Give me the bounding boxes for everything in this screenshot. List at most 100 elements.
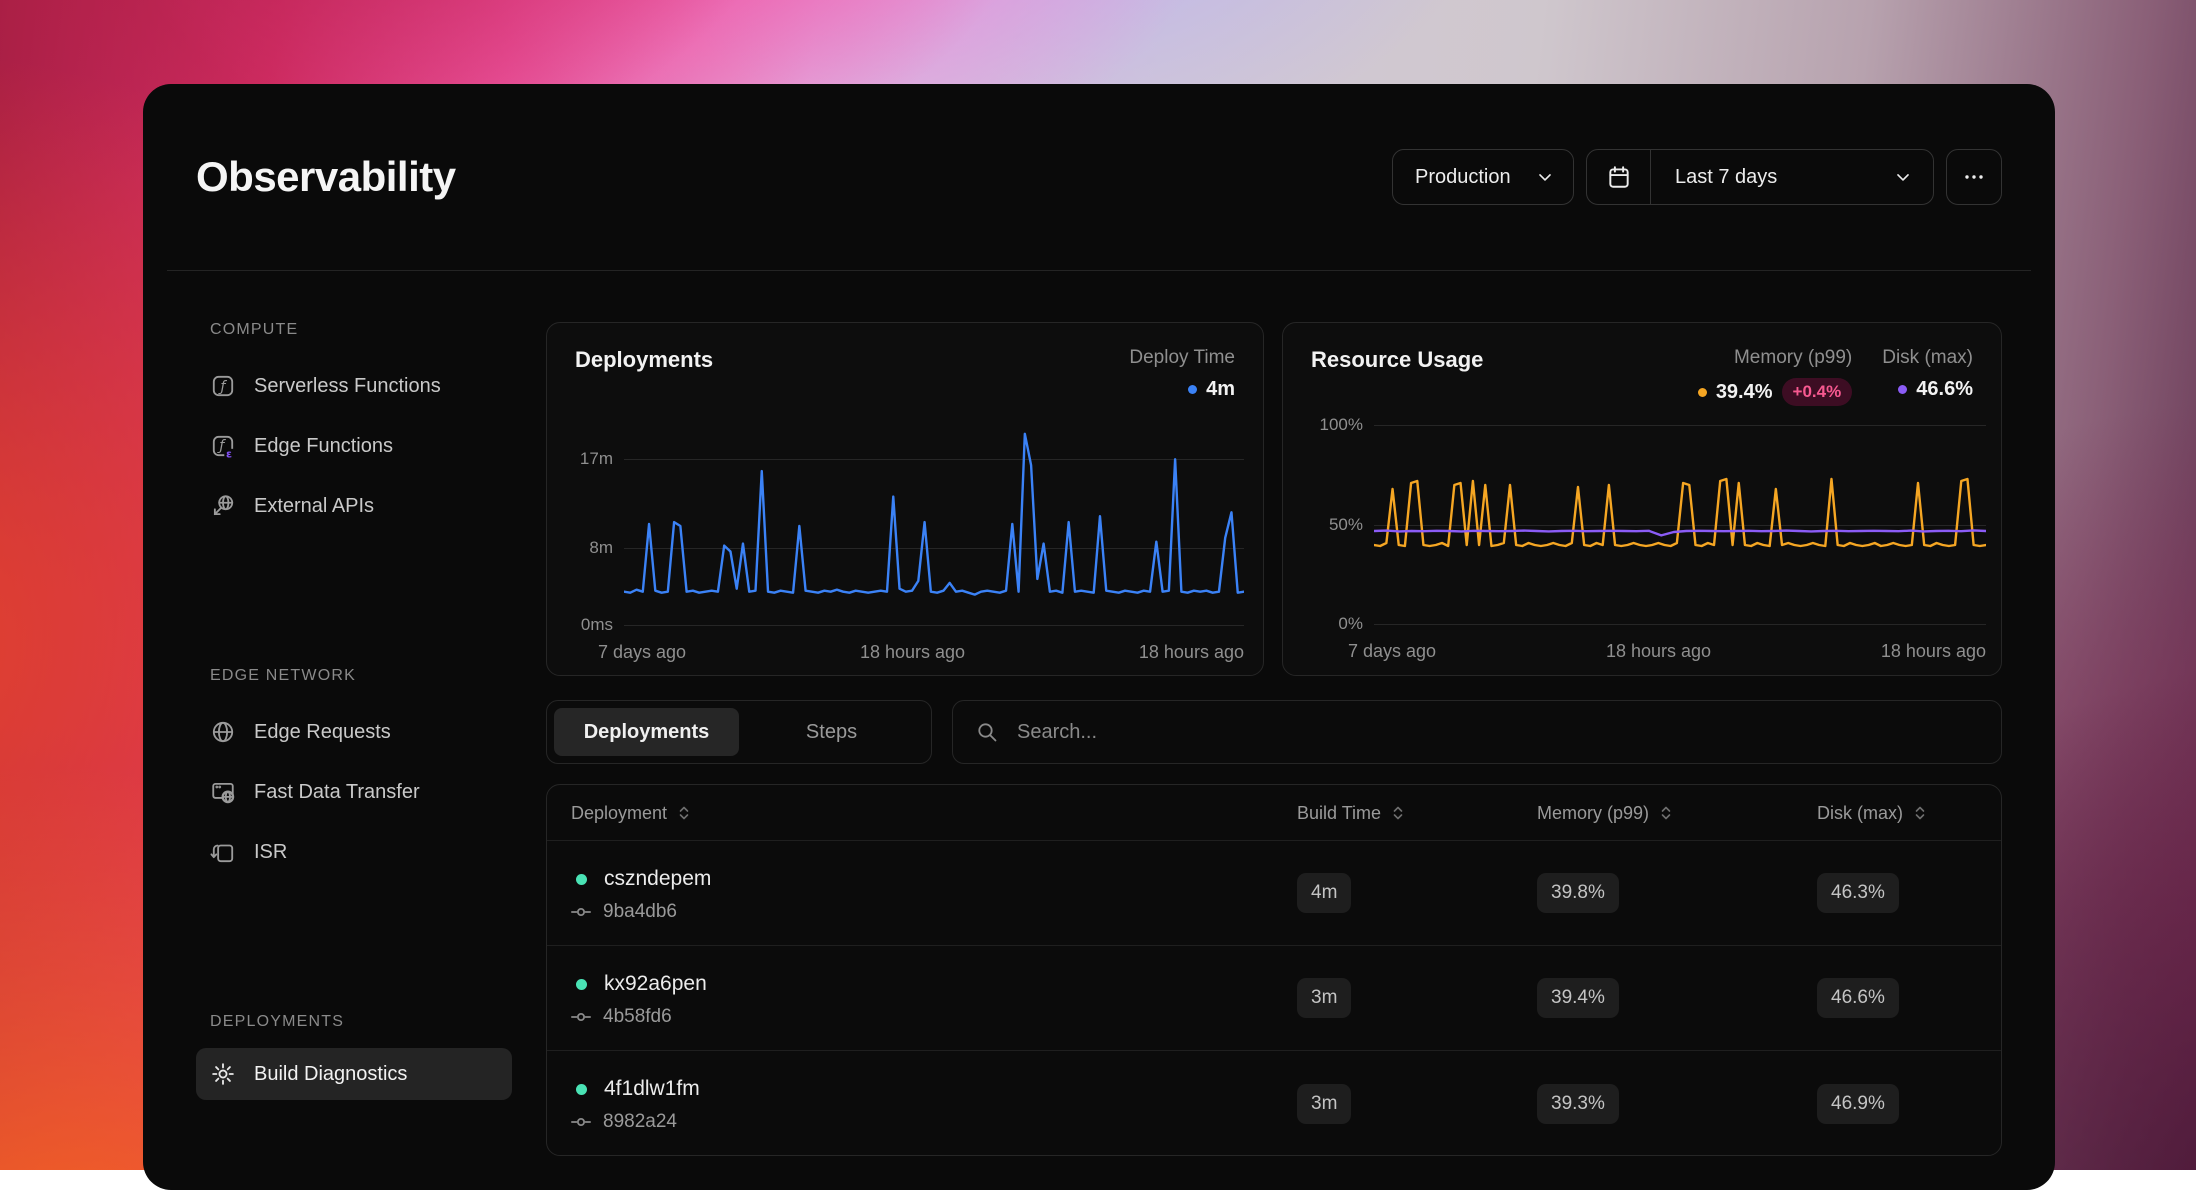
sidebar-item-label: Serverless Functions xyxy=(254,375,441,398)
deployment-name: kx92a6pen xyxy=(604,972,707,996)
gear-icon xyxy=(210,1061,236,1087)
search-input[interactable] xyxy=(1015,720,1979,745)
chevron-down-icon xyxy=(1893,167,1913,187)
memory-value: 39.8% xyxy=(1537,873,1619,913)
svg-text:ƒ: ƒ xyxy=(218,379,228,395)
environment-dropdown[interactable]: Production xyxy=(1392,149,1574,205)
commit-icon xyxy=(571,1115,591,1129)
legend-dot-orange xyxy=(1698,388,1707,397)
sidebar-item-label: External APIs xyxy=(254,495,374,518)
y-tick-label: 17m xyxy=(580,449,613,469)
status-dot xyxy=(576,1084,587,1095)
legend-dot-purple xyxy=(1898,385,1907,394)
legend-dot-blue xyxy=(1188,385,1197,394)
desktop-background: Observability Production Last 7 day xyxy=(0,0,2196,1170)
section-label: DEPLOYMENTS xyxy=(196,1012,526,1032)
column-header-disk[interactable]: Disk (max) xyxy=(1817,785,1927,841)
commit-hash: 9ba4db6 xyxy=(603,901,677,923)
external-apis-icon xyxy=(210,493,236,519)
table-row[interactable]: kx92a6pen 4b58fd6 3m 39.4% 46.6% xyxy=(547,946,2001,1051)
date-range-label: Last 7 days xyxy=(1675,166,1777,189)
isr-icon xyxy=(210,839,236,865)
y-tick-label: 8m xyxy=(589,538,613,558)
sort-icon xyxy=(1391,804,1405,822)
status-dot xyxy=(576,874,587,885)
header-controls: Production Last 7 days xyxy=(1392,149,2002,205)
column-header-deployment[interactable]: Deployment xyxy=(571,785,691,841)
sidebar-item-label: Edge Requests xyxy=(254,721,391,744)
y-tick-label: 50% xyxy=(1329,515,1363,535)
column-header-memory[interactable]: Memory (p99) xyxy=(1537,785,1673,841)
table-row[interactable]: cszndepem 9ba4db6 4m 39.8% 46.3% xyxy=(547,841,2001,946)
sidebar-item-build-diagnostics[interactable]: Build Diagnostics xyxy=(196,1048,512,1100)
deployment-name: 4f1dlw1fm xyxy=(604,1077,700,1101)
chart-title: Deployments xyxy=(575,347,713,373)
y-tick-label: 0ms xyxy=(581,615,613,635)
tab-deployments[interactable]: Deployments xyxy=(554,708,739,756)
sidebar-section-edge-network: EDGE NETWORK Edge Requests Fast Data Tra… xyxy=(196,666,526,882)
app-header: Observability Production Last 7 day xyxy=(196,84,2002,270)
table-row[interactable]: 4f1dlw1fm 8982a24 3m 39.3% 46.9% xyxy=(547,1051,2001,1156)
legend-disk: Disk (max) 46.6% xyxy=(1882,347,1973,406)
column-header-build-time[interactable]: Build Time xyxy=(1297,785,1405,841)
sidebar-item-label: Build Diagnostics xyxy=(254,1063,407,1086)
date-range-control: Last 7 days xyxy=(1586,149,1934,205)
legend-label: Deploy Time xyxy=(1129,347,1235,369)
disk-value: 46.6% xyxy=(1817,978,1899,1018)
sort-icon xyxy=(1913,804,1927,822)
more-button[interactable] xyxy=(1946,149,2002,205)
globe-icon xyxy=(210,719,236,745)
sidebar-item-isr[interactable]: ISR xyxy=(196,822,526,882)
serverless-function-icon: ƒ xyxy=(210,373,236,399)
disk-value: 46.9% xyxy=(1817,1084,1899,1124)
build-time-value: 4m xyxy=(1297,873,1351,913)
x-tick-label: 7 days ago xyxy=(1348,641,1436,662)
sidebar-item-serverless-functions[interactable]: ƒ Serverless Functions xyxy=(196,356,526,416)
x-tick-label: 18 hours ago xyxy=(1881,641,1986,662)
sidebar-section-compute: COMPUTE ƒ Serverless Functions ƒε Edge F… xyxy=(196,320,526,536)
memory-value: 39.3% xyxy=(1537,1084,1619,1124)
delta-badge: +0.4% xyxy=(1782,378,1853,406)
y-tick-label: 100% xyxy=(1320,415,1363,435)
legend-label: Memory (p99) xyxy=(1734,347,1852,369)
sidebar-item-label: Fast Data Transfer xyxy=(254,781,420,804)
sidebar-item-edge-functions[interactable]: ƒε Edge Functions xyxy=(196,416,526,476)
status-dot xyxy=(576,979,587,990)
legend-value: 39.4% xyxy=(1716,381,1773,404)
x-tick-label: 18 hours ago xyxy=(860,642,965,663)
section-label: EDGE NETWORK xyxy=(196,666,526,686)
x-axis-labels: 7 days ago 18 hours ago 18 hours ago xyxy=(598,642,1244,663)
commit-icon xyxy=(571,905,591,919)
table-header: Deployment Build Time Memory (p99) Disk … xyxy=(547,785,2001,841)
date-range-dropdown[interactable]: Last 7 days xyxy=(1651,150,1933,204)
commit-icon xyxy=(571,1010,591,1024)
tab-steps[interactable]: Steps xyxy=(739,708,924,756)
sidebar-item-label: ISR xyxy=(254,841,287,864)
memory-value: 39.4% xyxy=(1537,978,1619,1018)
calendar-button[interactable] xyxy=(1587,150,1651,204)
deployments-chart-card: Deployments Deploy Time 4m xyxy=(546,322,1264,676)
build-time-value: 3m xyxy=(1297,978,1351,1018)
legend-memory: Memory (p99) 39.4% +0.4% xyxy=(1698,347,1852,406)
sort-icon xyxy=(677,804,691,822)
sidebar-item-fast-data-transfer[interactable]: Fast Data Transfer xyxy=(196,762,526,822)
resource-usage-chart: 100% 50% 0% 7 days ago 18 hours ago 18 h… xyxy=(1374,425,1986,625)
line-series-canvas xyxy=(624,426,1244,626)
section-label: COMPUTE xyxy=(196,320,526,340)
x-tick-label: 7 days ago xyxy=(598,642,686,663)
legend-deploy-time: Deploy Time 4m xyxy=(1129,347,1235,401)
sidebar-item-label: Edge Functions xyxy=(254,435,393,458)
observability-window: Observability Production Last 7 day xyxy=(143,84,2055,1190)
x-tick-label: 18 hours ago xyxy=(1139,642,1244,663)
build-time-value: 3m xyxy=(1297,1084,1351,1124)
commit-hash: 4b58fd6 xyxy=(603,1006,672,1028)
chevron-down-icon xyxy=(1535,167,1555,187)
main-content: Deployments Deploy Time 4m xyxy=(546,270,2002,1190)
deployment-name: cszndepem xyxy=(604,867,711,891)
sidebar-item-edge-requests[interactable]: Edge Requests xyxy=(196,702,526,762)
view-tabs: Deployments Steps xyxy=(546,700,932,764)
legend-label: Disk (max) xyxy=(1882,347,1973,369)
sidebar-section-deployments: DEPLOYMENTS Build Diagnostics xyxy=(196,1012,526,1100)
resource-usage-chart-card: Resource Usage Memory (p99) 39.4% +0.4% … xyxy=(1282,322,2002,676)
sidebar-item-external-apis[interactable]: External APIs xyxy=(196,476,526,536)
